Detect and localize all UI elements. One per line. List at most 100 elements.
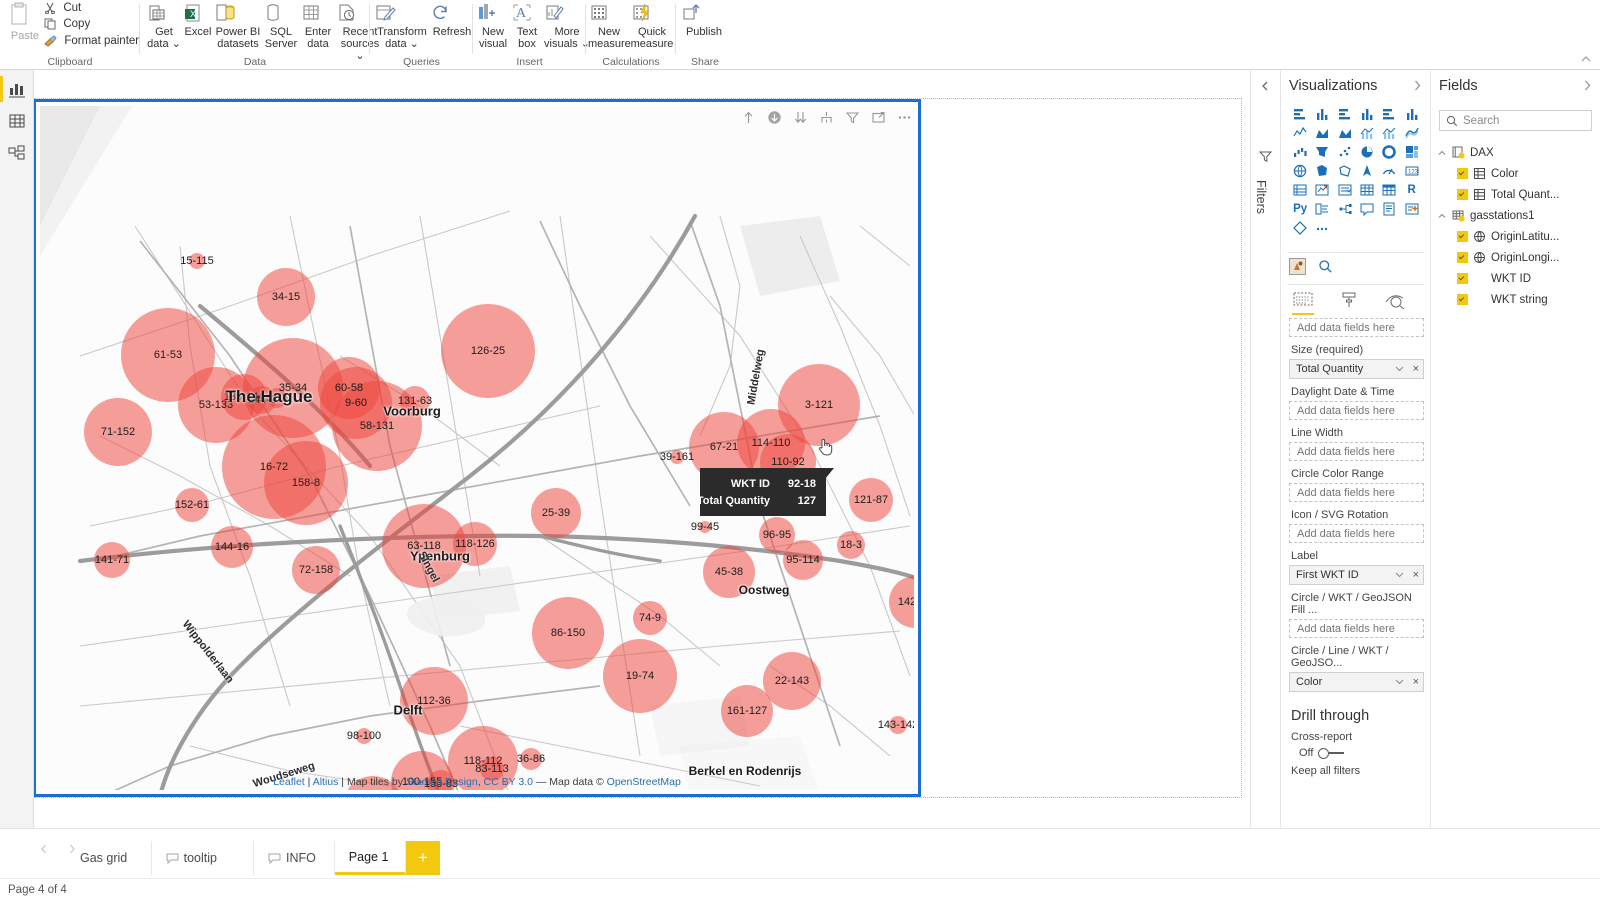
- visual-type-gallery[interactable]: 123 R Py: [1289, 104, 1423, 237]
- r-script-icon[interactable]: R: [1400, 180, 1422, 199]
- leaflet-link[interactable]: Leaflet: [273, 776, 305, 788]
- table-icon[interactable]: [1356, 180, 1378, 199]
- field-checkbox[interactable]: [1457, 231, 1468, 242]
- field-checkbox[interactable]: [1457, 273, 1468, 284]
- slicer-icon[interactable]: [1334, 180, 1356, 199]
- arcgis-map-icon[interactable]: [1356, 161, 1378, 180]
- map-bubble[interactable]: [84, 398, 152, 466]
- quick-measure-button[interactable]: Quick measure: [630, 2, 674, 50]
- focus-mode-icon[interactable]: [871, 110, 886, 125]
- treemap-icon[interactable]: [1400, 142, 1422, 161]
- map-bubble[interactable]: [332, 381, 422, 471]
- category-well-dropzone[interactable]: Add data fields here: [1289, 318, 1424, 337]
- area-chart-icon[interactable]: [1311, 123, 1333, 142]
- map-bubble[interactable]: [189, 253, 205, 269]
- enter-data-button[interactable]: Enter data: [300, 2, 336, 50]
- more-visuals-button[interactable]: More visuals ⌄: [543, 2, 591, 50]
- donut-chart-icon[interactable]: [1378, 142, 1400, 161]
- filters-pane-collapsed[interactable]: Filters: [1250, 70, 1280, 828]
- tab-page-1[interactable]: Page 1: [334, 841, 406, 875]
- copy-button[interactable]: Copy: [44, 16, 90, 30]
- drill-hierarchy-icon[interactable]: [819, 110, 834, 125]
- publish-button[interactable]: Publish: [680, 2, 728, 38]
- gauge-icon[interactable]: [1378, 161, 1400, 180]
- map-bubble[interactable]: [175, 488, 209, 522]
- power-bi-datasets-button[interactable]: Power BI datasets: [214, 2, 262, 50]
- expand-filters-chevron-icon[interactable]: [1259, 80, 1271, 92]
- map-bubble[interactable]: [257, 268, 315, 326]
- waterfall-chart-icon[interactable]: [1289, 142, 1311, 161]
- leaflet-map[interactable]: 15-115 34-15 61-53 35-34 126-25 71-152 133-144…: [40, 106, 914, 790]
- ribbon-chart-icon[interactable]: [1400, 123, 1422, 142]
- more-visuals-ellipsis-icon[interactable]: [1311, 218, 1333, 237]
- size-well-chip[interactable]: Total Quantity ×: [1289, 359, 1424, 379]
- add-page-button[interactable]: +: [406, 841, 440, 875]
- field-wkt-id[interactable]: WKT ID: [1435, 268, 1596, 289]
- 100-stacked-bar-icon[interactable]: [1378, 104, 1400, 123]
- field-checkbox[interactable]: [1457, 294, 1468, 305]
- icon-map-custom-visual[interactable]: [1289, 258, 1306, 275]
- collapse-visualizations-chevron-icon[interactable]: [1411, 79, 1424, 92]
- map-bubble[interactable]: [532, 597, 604, 669]
- circle-color-range-well-dropzone[interactable]: Add data fields here: [1289, 483, 1424, 502]
- cut-button[interactable]: Cut: [44, 0, 81, 14]
- funnel-chart-icon[interactable]: [1311, 142, 1333, 161]
- field-checkbox[interactable]: [1457, 168, 1468, 179]
- qna-icon[interactable]: [1356, 199, 1378, 218]
- field-color[interactable]: Color: [1435, 163, 1596, 184]
- data-view-icon[interactable]: [7, 111, 27, 131]
- matrix-icon[interactable]: [1378, 180, 1400, 199]
- excel-button[interactable]: X Excel: [182, 2, 214, 38]
- altius-link[interactable]: Altius: [313, 776, 339, 788]
- map-bubble[interactable]: [633, 601, 667, 635]
- new-visual-button[interactable]: New visual: [475, 2, 511, 50]
- field-originlongitude[interactable]: OriginLongi...: [1435, 247, 1596, 268]
- cross-report-toggle[interactable]: Off: [1299, 747, 1424, 759]
- filled-map-icon[interactable]: [1311, 161, 1333, 180]
- map-bubble[interactable]: [703, 546, 755, 598]
- shape-map-icon[interactable]: [1334, 161, 1356, 180]
- line-chart-icon[interactable]: [1289, 123, 1311, 142]
- format-painter-button[interactable]: Format painter: [44, 33, 139, 47]
- map-bubble[interactable]: [400, 667, 468, 735]
- map-bubble[interactable]: [356, 728, 372, 744]
- map-bubble[interactable]: [721, 685, 773, 737]
- map-bubble[interactable]: [763, 652, 821, 710]
- new-measure-button[interactable]: New measure: [588, 2, 631, 50]
- model-view-icon[interactable]: [7, 143, 27, 163]
- page-tabs-bar[interactable]: Gas grid tooltip INFO Page 1 +: [0, 828, 1600, 878]
- map-bubble[interactable]: [837, 531, 865, 559]
- icon-svg-rotation-well-dropzone[interactable]: Add data fields here: [1289, 524, 1424, 543]
- field-wells[interactable]: Add data fields here Size (required) Total…: [1289, 318, 1424, 828]
- chevron-down-icon[interactable]: [1394, 569, 1405, 580]
- circle-line-wkt-geojson-well-chip[interactable]: Color ×: [1289, 672, 1424, 692]
- gasstations1-table[interactable]: gasstations1: [1435, 205, 1596, 226]
- 100-stacked-column-icon[interactable]: [1400, 104, 1422, 123]
- license-link[interactable]: CC BY 3.0: [484, 776, 533, 788]
- circle-wkt-geojson-fill-well-dropzone[interactable]: Add data fields here: [1289, 619, 1424, 638]
- remove-field-icon[interactable]: ×: [1413, 364, 1419, 375]
- map-bubble[interactable]: [94, 542, 130, 578]
- map-bubble[interactable]: [889, 716, 907, 734]
- pie-chart-icon[interactable]: [1356, 142, 1378, 161]
- map-bubble[interactable]: [211, 526, 253, 568]
- previous-page-icon[interactable]: [38, 843, 50, 855]
- tab-gas-grid[interactable]: Gas grid: [66, 841, 152, 875]
- decomposition-tree-icon[interactable]: [1334, 199, 1356, 218]
- fields-tab[interactable]: [1291, 290, 1315, 315]
- chevron-up-icon[interactable]: [1437, 148, 1447, 158]
- multi-row-card-icon[interactable]: [1289, 180, 1311, 199]
- line-stacked-column-icon[interactable]: [1356, 123, 1378, 142]
- openstreetmap-link[interactable]: OpenStreetMap: [607, 776, 681, 788]
- tab-info[interactable]: INFO: [254, 841, 335, 875]
- map-bubble[interactable]: [267, 388, 287, 408]
- map-icon[interactable]: [1289, 161, 1311, 180]
- chevron-down-icon[interactable]: [1394, 676, 1405, 687]
- card-icon[interactable]: 123: [1400, 161, 1422, 180]
- line-clustered-column-icon[interactable]: [1378, 123, 1400, 142]
- map-bubble[interactable]: [520, 748, 542, 770]
- filter-icon[interactable]: [845, 110, 860, 125]
- get-more-visuals-search-icon[interactable]: [1318, 259, 1333, 274]
- map-bubble[interactable]: [292, 546, 340, 594]
- analytics-tab[interactable]: [1383, 290, 1407, 312]
